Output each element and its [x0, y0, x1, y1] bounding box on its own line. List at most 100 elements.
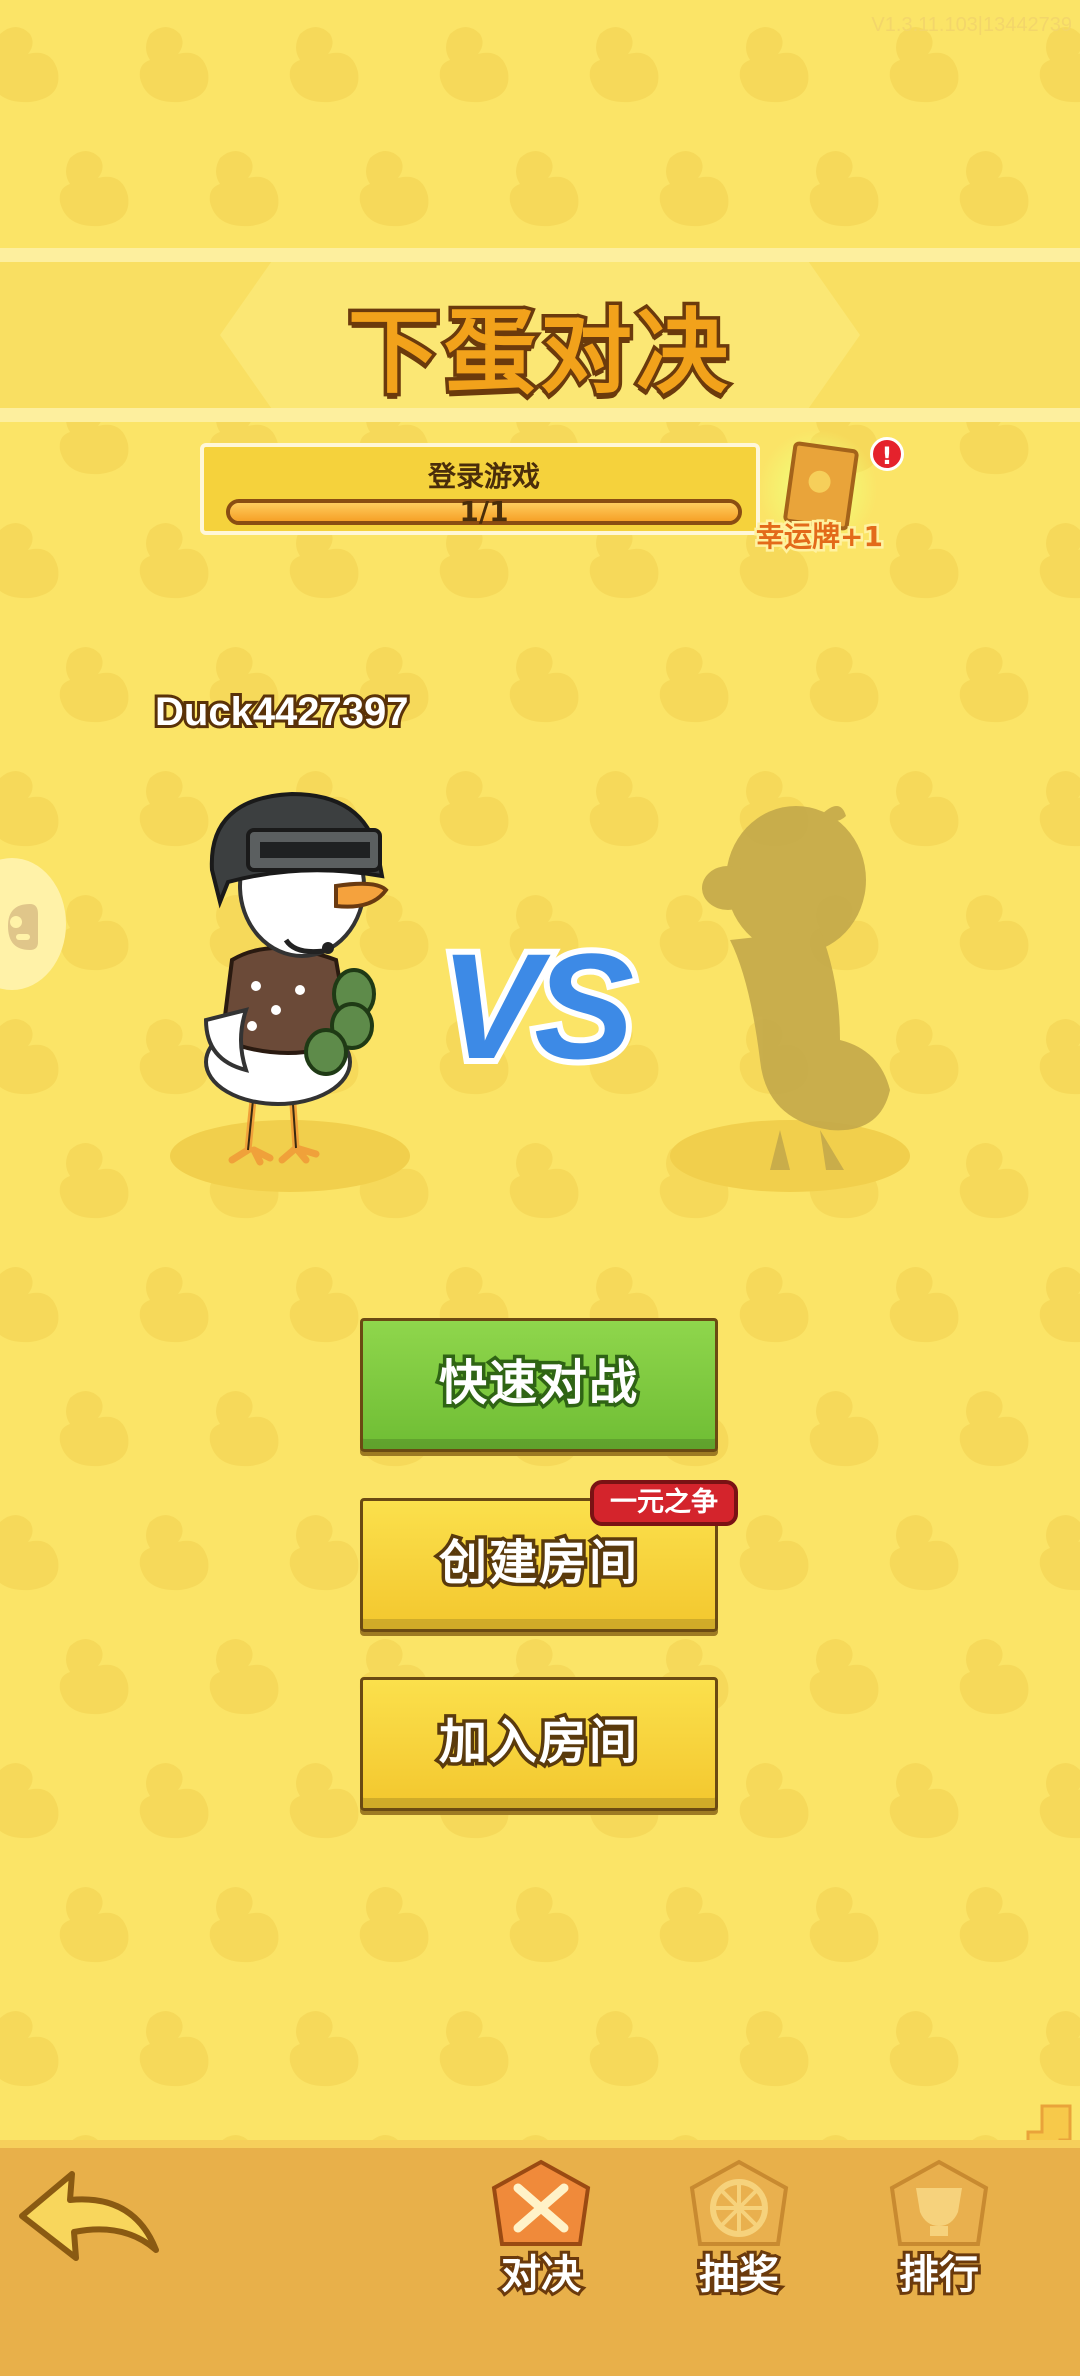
bg-duck-shape — [589, 2011, 659, 2087]
bg-duck-shape — [0, 1515, 59, 1591]
bg-duck-shape — [809, 1391, 879, 1467]
page-title: 下蛋对决 — [344, 296, 732, 410]
bg-duck-shape — [289, 1515, 359, 1591]
bg-duck-shape — [889, 1267, 959, 1343]
daily-task-bar[interactable]: 登录游戏 1/1 ! 幸运牌+1 — [200, 429, 904, 556]
bg-duck-shape — [0, 771, 59, 847]
bg-duck-shape — [1039, 1019, 1080, 1095]
bg-duck-shape — [359, 151, 429, 227]
bg-duck-shape — [809, 647, 879, 723]
create-room-label: 创建房间 — [435, 1532, 640, 1595]
bg-duck-shape — [739, 2011, 809, 2087]
alert-icon: ! — [870, 437, 904, 471]
back-arrow-icon[interactable] — [14, 2160, 164, 2270]
task-box: 登录游戏 1/1 — [200, 443, 760, 535]
gamepad-icon — [8, 904, 38, 950]
bg-duck-shape — [959, 647, 1029, 723]
bg-duck-shape — [739, 27, 809, 103]
bg-duck-shape — [509, 1143, 579, 1219]
player-name: Duck4427397 — [152, 687, 412, 737]
bg-duck-shape — [289, 2011, 359, 2087]
bg-duck-shape — [809, 151, 879, 227]
vs-text: VS — [434, 916, 640, 1096]
lucky-card-reward[interactable]: ! 幸运牌+1 — [748, 429, 904, 556]
bg-duck-shape — [0, 1763, 59, 1839]
bg-duck-shape — [959, 1143, 1029, 1219]
lottery-wheel-icon — [689, 2159, 789, 2246]
create-room-tag: 一元之争 — [590, 1480, 738, 1526]
bg-duck-shape — [589, 771, 659, 847]
version-label: V1.3.11.103|13442739 — [871, 14, 1072, 36]
reward-label: 幸运牌+1 — [754, 518, 886, 556]
bg-duck-shape — [59, 1143, 129, 1219]
bg-duck-shape — [739, 1763, 809, 1839]
bg-duck-shape — [659, 151, 729, 227]
bg-duck-shape — [1039, 1763, 1080, 1839]
bg-duck-shape — [1039, 523, 1080, 599]
bg-duck-shape — [0, 1019, 59, 1095]
bg-duck-shape — [959, 1391, 1029, 1467]
task-label: 登录游戏 — [427, 460, 540, 493]
bg-duck-shape — [139, 1763, 209, 1839]
nav-duel[interactable]: 对决 — [476, 2158, 606, 2301]
bg-duck-shape — [809, 1639, 879, 1715]
nav-rank[interactable]: 排行 — [874, 2158, 1004, 2301]
bg-duck-shape — [209, 151, 279, 227]
bg-duck-shape — [889, 1515, 959, 1591]
bg-duck-shape — [439, 27, 509, 103]
bg-duck-shape — [889, 523, 959, 599]
title-banner: 下蛋对决 — [0, 248, 1080, 422]
bg-duck-shape — [659, 1887, 729, 1963]
bg-duck-shape — [0, 27, 59, 103]
bg-duck-shape — [139, 1515, 209, 1591]
bg-duck-shape — [959, 895, 1029, 971]
bg-duck-shape — [0, 2011, 59, 2087]
bg-duck-shape — [139, 27, 209, 103]
bg-duck-shape — [509, 151, 579, 227]
bg-duck-shape — [59, 1887, 129, 1963]
bg-duck-shape — [589, 27, 659, 103]
task-progress-text: 1/1 — [459, 495, 509, 528]
bg-duck-shape — [289, 1267, 359, 1343]
quick-match-label: 快速对战 — [435, 1352, 640, 1415]
bg-duck-shape — [1039, 2011, 1080, 2087]
bg-duck-shape — [59, 1639, 129, 1715]
nav-duel-label: 对决 — [498, 2249, 584, 2301]
bg-duck-shape — [509, 1887, 579, 1963]
join-room-button[interactable]: 加入房间 — [360, 1677, 718, 1811]
bg-duck-shape — [1039, 771, 1080, 847]
bg-duck-shape — [139, 1267, 209, 1343]
bg-duck-shape — [1039, 1515, 1080, 1591]
bg-duck-shape — [209, 1887, 279, 1963]
bg-duck-shape — [439, 771, 509, 847]
bg-duck-shape — [289, 1763, 359, 1839]
bg-duck-shape — [289, 27, 359, 103]
opponent-silhouette — [702, 806, 890, 1170]
bg-duck-shape — [509, 647, 579, 723]
bg-duck-shape — [439, 2011, 509, 2087]
bg-duck-shape — [739, 1515, 809, 1591]
bg-duck-shape — [659, 647, 729, 723]
bg-duck-shape — [889, 1763, 959, 1839]
bg-duck-shape — [359, 1887, 429, 1963]
duel-icon — [491, 2159, 591, 2246]
bg-duck-shape — [59, 1391, 129, 1467]
nav-lottery[interactable]: 抽奖 — [674, 2158, 804, 2301]
bg-duck-shape — [209, 1391, 279, 1467]
quick-match-button[interactable]: 快速对战 — [360, 1318, 718, 1452]
rank-trophy-icon — [889, 2159, 989, 2246]
player-duck-avatar — [203, 791, 389, 1166]
join-room-label: 加入房间 — [435, 1711, 640, 1774]
bg-duck-shape — [0, 1267, 59, 1343]
bg-duck-shape — [209, 1639, 279, 1715]
bg-duck-shape — [1039, 1267, 1080, 1343]
bg-duck-shape — [139, 2011, 209, 2087]
bg-duck-shape — [59, 151, 129, 227]
bg-duck-shape — [959, 1887, 1029, 1963]
banner-stripe — [0, 248, 1080, 262]
bg-duck-shape — [959, 151, 1029, 227]
bg-duck-shape — [809, 1887, 879, 1963]
bg-duck-shape — [959, 1639, 1029, 1715]
nav-rank-label: 排行 — [896, 2249, 982, 2301]
bg-duck-shape — [0, 523, 59, 599]
